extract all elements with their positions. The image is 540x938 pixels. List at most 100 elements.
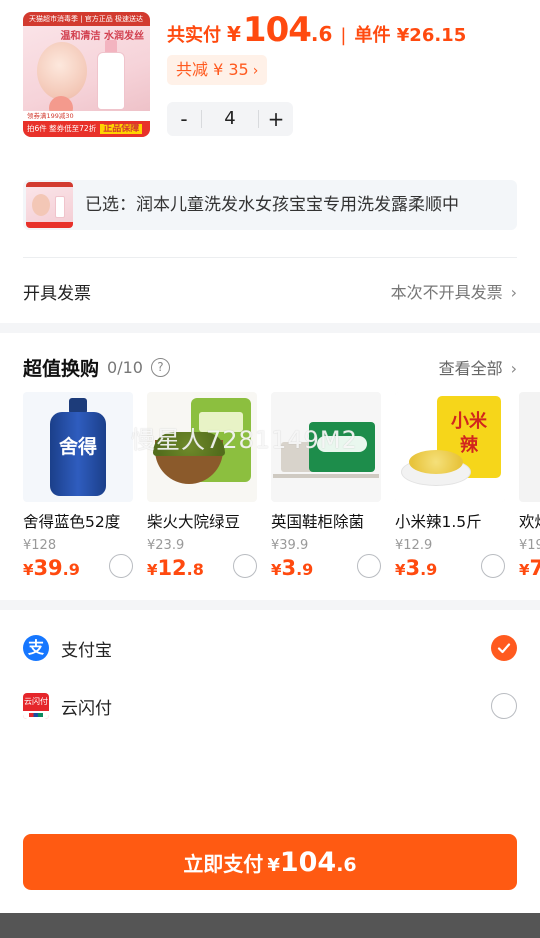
pay-now-button[interactable]: 立即支付 ¥ 104 .6 xyxy=(23,834,517,890)
mini-bottle-image xyxy=(55,196,65,218)
mini-footer xyxy=(26,222,73,228)
bargain-item[interactable]: 英国鞋柜除菌 ¥39.9 ¥3.9 xyxy=(271,392,381,588)
bargain-item[interactable]: 柴火大院绿豆 ¥23.9 ¥12.8 xyxy=(147,392,257,588)
item-price-integer: 7 xyxy=(529,556,540,580)
discount-detail-button[interactable]: 共减 ¥ 35 › xyxy=(167,55,268,85)
check-selected-icon[interactable] xyxy=(491,635,517,661)
deodorizer-box xyxy=(309,422,375,472)
total-price-line: 共实付 ¥ 104 .6 | 单件 ¥26.15 xyxy=(167,10,466,54)
payment-method-unionpay[interactable]: 云闪付 云闪付 xyxy=(23,686,517,726)
selected-spec-text: 已选：润本儿童洗发水女孩宝宝专用洗发露柔顺中 xyxy=(85,195,459,215)
bottle-image xyxy=(97,52,125,110)
item-name: 英国鞋柜除菌 xyxy=(271,513,365,531)
thumbnail-title: 温和清洁 水润发丝 xyxy=(60,31,144,42)
item-name: 舍得蓝色52度 xyxy=(23,513,121,531)
item-price-integer: 39 xyxy=(33,556,63,580)
section-divider xyxy=(0,323,540,333)
mini-baby-image xyxy=(32,194,50,216)
item-price-decimal: .8 xyxy=(186,560,204,579)
item-price: ¥3.9 xyxy=(271,556,313,580)
item-original-price: ¥23.9 xyxy=(147,538,185,553)
bargain-item[interactable]: 小米辣 小米辣1.5斤 ¥12.9 ¥3.9 xyxy=(395,392,505,588)
alipay-icon: 支 xyxy=(23,635,49,661)
thumbnail-badge: 正品保障 xyxy=(100,124,143,134)
invoice-value-text: 本次不开具发票 xyxy=(390,283,503,302)
item-price-decimal: .9 xyxy=(420,560,438,579)
item-price: ¥7 xyxy=(519,556,540,580)
discount-text: 共减 ¥ 35 xyxy=(176,60,249,79)
bean-heap xyxy=(153,432,225,456)
liquor-bottle-image: 舍得 xyxy=(23,392,133,502)
item-price-integer: 3 xyxy=(405,556,421,580)
thumbnail-footer-text: 拍6件 整券低至72折 xyxy=(27,124,97,133)
divider xyxy=(23,257,517,258)
chevron-right-icon: › xyxy=(510,359,517,378)
item-price-currency: ¥ xyxy=(395,561,406,579)
radio-unselected-icon[interactable] xyxy=(491,693,517,719)
item-select-radio[interactable] xyxy=(357,554,381,578)
item-price-decimal: .9 xyxy=(62,560,80,579)
product-thumbnail: 天猫超市消毒季 | 官方正品 极速送达 温和清洁 水润发丝 领券满199减30 … xyxy=(23,12,150,137)
bottle-label: 舍得 xyxy=(59,436,98,458)
payment-method-label: 云闪付 xyxy=(61,698,112,719)
total-price-decimal: .6 xyxy=(310,22,333,46)
unit-price: 单件 ¥26.15 xyxy=(354,25,467,46)
pay-now-amount-decimal: .6 xyxy=(336,854,357,876)
quantity-value[interactable]: 4 xyxy=(201,110,259,128)
thumbnail-footer: 拍6件 整券低至72折 正品保障 xyxy=(23,121,150,137)
pickled-pepper-image: 小米辣 xyxy=(395,392,505,502)
item-price: ¥3.9 xyxy=(395,556,437,580)
chevron-right-icon: › xyxy=(252,63,259,79)
image-background xyxy=(519,392,540,502)
section-divider xyxy=(0,600,540,610)
invoice-label: 开具发票 xyxy=(23,283,91,304)
invoice-value: 本次不开具发票 › xyxy=(391,279,517,303)
shoe-cabinet-deodorizer-image xyxy=(271,392,381,502)
view-all-link[interactable]: 查看全部 › xyxy=(439,355,517,379)
item-price-currency: ¥ xyxy=(147,561,158,579)
decrease-button[interactable]: - xyxy=(167,102,201,136)
item-original-price: ¥39.9 xyxy=(271,538,309,553)
quantity-stepper[interactable]: - 4 + xyxy=(167,102,293,136)
total-price-integer: 104 xyxy=(242,10,312,50)
pepper-heap xyxy=(409,450,463,474)
pay-now-currency: ¥ xyxy=(267,855,280,876)
item-select-radio[interactable] xyxy=(233,554,257,578)
bargain-header: 超值换购 0/10 ? 查看全部 › xyxy=(23,348,517,386)
item-select-radio[interactable] xyxy=(109,554,133,578)
increase-button[interactable]: + xyxy=(259,102,293,136)
system-navigation-bar xyxy=(0,913,540,938)
item-price: ¥12.8 xyxy=(147,556,204,580)
thumbnail-coupon-strip: 领券满199减30 xyxy=(23,111,150,121)
payment-method-label: 支付宝 xyxy=(61,640,112,661)
box-label xyxy=(317,436,367,452)
pay-now-amount-integer: 104 xyxy=(279,847,337,878)
item-price-integer: 3 xyxy=(281,556,297,580)
baby-image xyxy=(37,42,87,100)
selected-spec-thumbnail xyxy=(26,182,73,228)
unionpay-stripe xyxy=(23,711,49,719)
item-price-integer: 12 xyxy=(157,556,187,580)
item-original-price: ¥12.9 xyxy=(395,538,433,553)
shelf xyxy=(273,474,379,478)
payment-method-alipay[interactable]: 支 支付宝 xyxy=(23,628,517,668)
item-price-currency: ¥ xyxy=(519,561,530,579)
help-icon[interactable]: ? xyxy=(150,357,170,377)
mini-banner xyxy=(26,182,73,187)
item-name: 柴火大院绿豆 xyxy=(147,513,241,531)
total-price-label: 共实付 xyxy=(167,25,221,46)
total-price-currency: ¥ xyxy=(227,22,241,46)
item-original-price: ¥128 xyxy=(23,538,57,553)
bargain-count: 0/10 xyxy=(107,357,143,377)
bag-label xyxy=(199,412,243,432)
item-name: 欢炒 xyxy=(519,513,540,531)
chevron-right-icon: › xyxy=(510,283,517,302)
bargain-title: 超值换购 xyxy=(23,357,100,380)
item-select-radio[interactable] xyxy=(481,554,505,578)
bargain-item[interactable]: 欢炒 ¥19 ¥7 xyxy=(519,392,540,588)
bargain-item[interactable]: 舍得 舍得蓝色52度 ¥128 ¥39.9 xyxy=(23,392,133,588)
selected-spec-row[interactable]: 已选：润本儿童洗发水女孩宝宝专用洗发露柔顺中 xyxy=(23,180,517,230)
item-price: ¥39.9 xyxy=(23,556,80,580)
invoice-row[interactable]: 开具发票 本次不开具发票 › xyxy=(23,268,517,314)
bargain-item-list: 舍得 舍得蓝色52度 ¥128 ¥39.9 柴火大院绿豆 ¥23.9 ¥12.8… xyxy=(23,392,540,588)
